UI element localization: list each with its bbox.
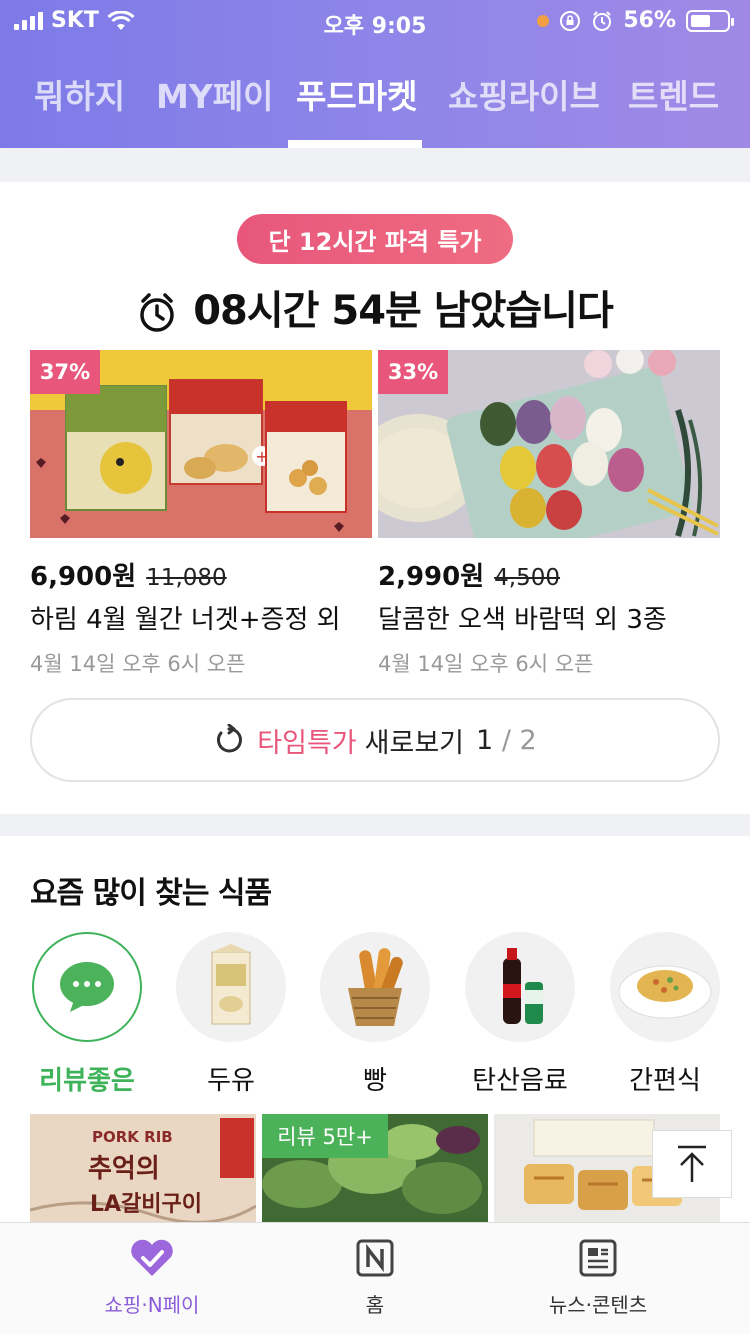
recording-dot-icon [537, 14, 550, 27]
sale-price: 2,990원 [378, 562, 485, 592]
product-thumbnails: PORK RIB 추억의 LA갈비구이 리뷰 5만+ [0, 1114, 750, 1224]
page-separator: / [501, 724, 511, 756]
battery-icon [686, 9, 734, 32]
category-soda[interactable]: 탄산음료 [465, 932, 575, 1097]
naver-n-icon [356, 1239, 394, 1277]
app-header: SKT 오후 9:05 56% 뭐하지 MY페이 푸드마켓 쇼핑라이브 트렌드 [0, 0, 750, 148]
category-label: 리뷰좋은 [39, 1066, 135, 1096]
category-review-good[interactable]: 리뷰좋은 [32, 932, 142, 1097]
fried-rice-plate-icon [618, 965, 712, 1019]
tab-my-pay[interactable]: MY페이 [156, 70, 273, 118]
original-price: 4,500 [494, 565, 561, 591]
soda-bottle-icon [503, 948, 543, 1024]
category-convenience-food[interactable]: 간편식 [610, 932, 720, 1097]
price-row: 2,990원 4,500 [378, 556, 720, 593]
review-count-badge: 리뷰 5만+ [262, 1114, 388, 1158]
category-circle [320, 932, 430, 1042]
time-deal-section: 단 12시간 파격 특가 08시간 54분 남았습니다 + 37% 6,900원… [0, 182, 750, 814]
time-deal-refresh-button[interactable]: 타임특가 새로보기 1 / 2 [30, 698, 720, 782]
alarm-icon [593, 10, 612, 31]
thumb-text-1: PORK RIB [92, 1128, 173, 1146]
refresh-label: 새로보기 [364, 727, 465, 759]
bottom-navigation: 쇼핑·N페이 홈 뉴스·콘텐츠 [0, 1222, 750, 1334]
category-label: 간편식 [629, 1066, 701, 1096]
product-name[interactable]: 하림 4월 월간 너겟+증정 외 [30, 599, 372, 636]
category-label: 두유 [207, 1066, 255, 1096]
product-name[interactable]: 달콤한 오색 바람떡 외 3종 [378, 599, 720, 636]
section-title: 요즘 많이 찾는 식품 [30, 876, 272, 911]
nav-news-contents[interactable]: 뉴스·콘텐츠 [498, 1233, 698, 1318]
sale-price: 6,900원 [30, 562, 137, 592]
battery-level-fill [691, 14, 710, 27]
soy-milk-carton-icon [211, 944, 251, 1025]
discount-badge: 37% [30, 350, 100, 394]
product-image-nuggets[interactable]: + 37% [30, 350, 372, 538]
nav-shopping-npay[interactable]: 쇼핑·N페이 [52, 1233, 252, 1318]
refresh-highlight: 타임특가 [257, 727, 357, 759]
product-thumb-vegetables[interactable]: 리뷰 5만+ [262, 1114, 488, 1224]
category-circle [610, 932, 720, 1042]
category-soy-milk[interactable]: 두유 [176, 932, 286, 1097]
category-bread[interactable]: 빵 [320, 932, 430, 1097]
battery-percent: 56% [623, 8, 676, 33]
original-price: 11,080 [146, 565, 227, 591]
category-label: 탄산음료 [472, 1066, 568, 1096]
open-time: 4월 14일 오후 6시 오픈 [30, 652, 246, 676]
chat-bubble-icon [60, 962, 114, 1012]
newspaper-icon [579, 1239, 617, 1277]
refresh-icon [217, 724, 243, 753]
tab-mwohaji[interactable]: 뭐하지 [34, 70, 125, 118]
nav-label: 뉴스·콘텐츠 [548, 1293, 648, 1317]
discount-badge: 33% [378, 350, 448, 394]
tab-trend[interactable]: 트렌드 [628, 70, 719, 118]
price-row: 6,900원 11,080 [30, 556, 372, 593]
heart-check-icon [131, 1239, 173, 1276]
thumb-text-2: 추억의 [88, 1154, 160, 1184]
deal-product-card[interactable]: 33% 2,990원 4,500 달콤한 오색 바람떡 외 3종 4월 14일 … [378, 350, 720, 678]
page-current: 1 [476, 724, 494, 756]
scroll-to-top-button[interactable] [652, 1130, 732, 1198]
deal-product-card[interactable]: + 37% 6,900원 11,080 하림 4월 월간 너겟+증정 외 4월 … [30, 350, 372, 678]
arrow-up-icon [678, 1145, 706, 1182]
status-right: 56% [537, 8, 734, 33]
page-total: 2 [519, 724, 537, 756]
deal-badge: 단 12시간 파격 특가 [237, 214, 513, 264]
rotation-lock-icon [560, 10, 581, 31]
open-time: 4월 14일 오후 6시 오픈 [378, 652, 594, 676]
top-tabs: 뭐하지 MY페이 푸드마켓 쇼핑라이브 트렌드 [0, 60, 750, 148]
nav-home[interactable]: 홈 [275, 1233, 475, 1318]
product-image-rice-cake[interactable]: 33% [378, 350, 720, 538]
active-tab-indicator [288, 140, 422, 148]
countdown-text: 08시간 54분 남았습니다 [193, 288, 614, 334]
category-circle [465, 932, 575, 1042]
alarm-clock-icon [140, 293, 174, 332]
countdown-heading: 08시간 54분 남았습니다 [0, 278, 750, 336]
status-bar: SKT 오후 9:05 56% [0, 0, 750, 42]
category-circle [176, 932, 286, 1042]
product-thumb-la-galbi[interactable]: PORK RIB 추억의 LA갈비구이 [30, 1114, 256, 1224]
bread-basket-icon [348, 948, 403, 1026]
category-label: 빵 [363, 1066, 387, 1096]
thumb-text-3: LA갈비구이 [90, 1192, 203, 1217]
category-circle [32, 932, 142, 1042]
nav-label: 홈 [365, 1293, 385, 1317]
popular-foods-section: 요즘 많이 찾는 식품 리뷰좋은 두유 빵 탄산음료 간편식 PORK RIB … [0, 836, 750, 1224]
tab-food-market[interactable]: 푸드마켓 [296, 70, 417, 118]
tab-shopping-live[interactable]: 쇼핑라이브 [448, 70, 600, 118]
category-carousel: 리뷰좋은 두유 빵 탄산음료 간편식 [0, 932, 750, 1102]
page-indicator: 1 / 2 [476, 725, 537, 756]
nav-label: 쇼핑·N페이 [104, 1293, 200, 1317]
